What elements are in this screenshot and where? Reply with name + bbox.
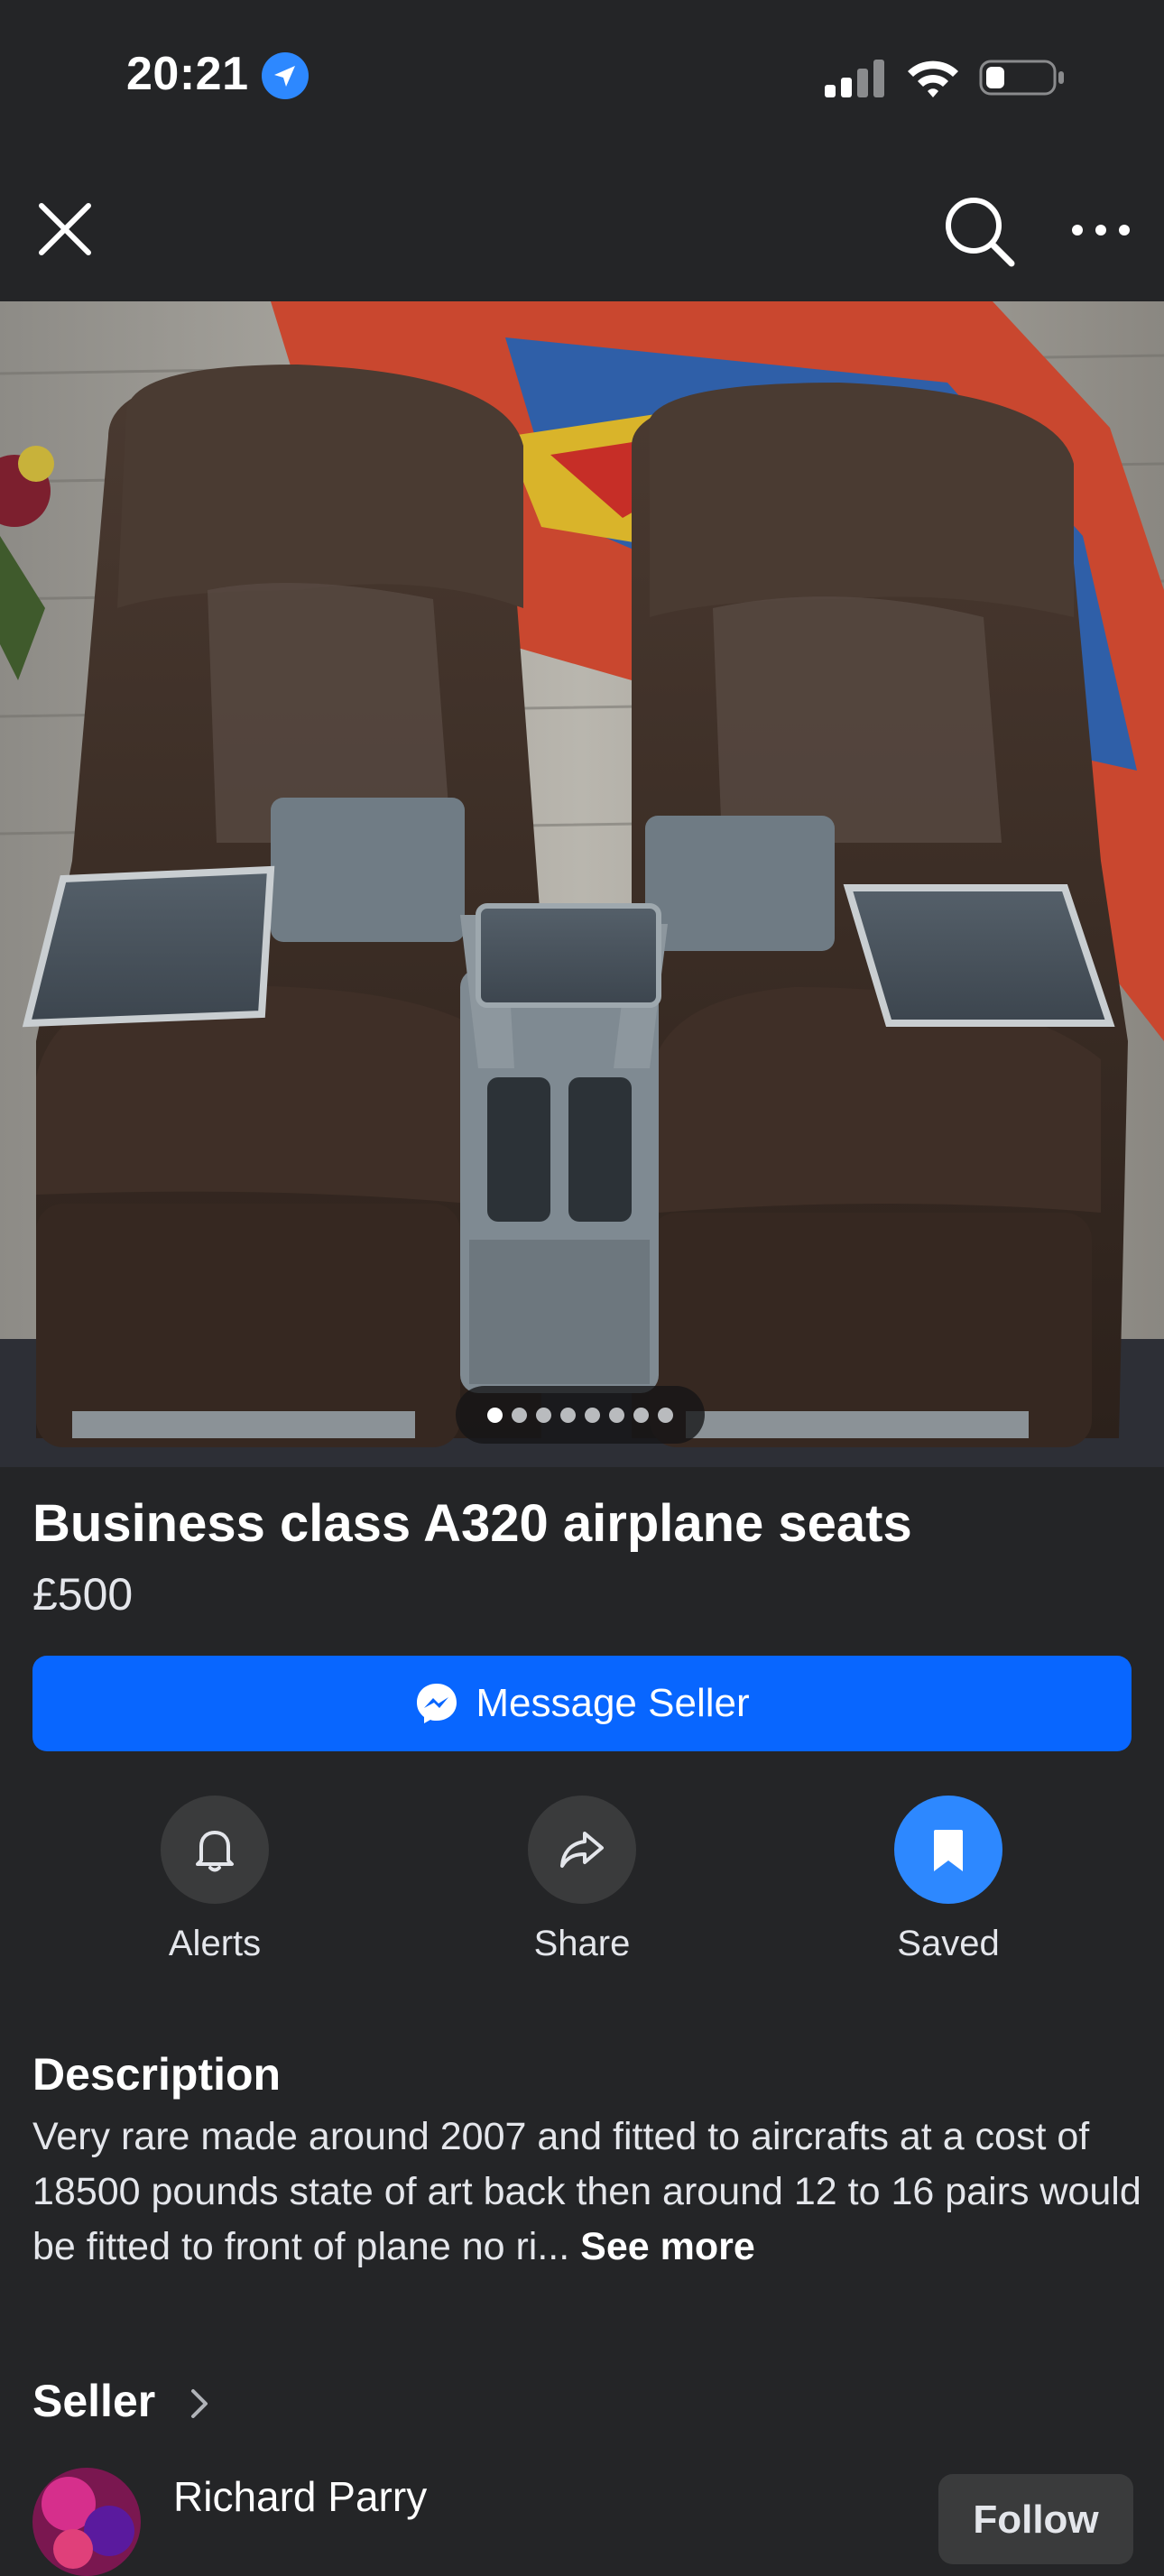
listing-title: Business class A320 airplane seats xyxy=(32,1494,912,1553)
location-arrow-icon xyxy=(262,52,309,99)
message-seller-label: Message Seller xyxy=(476,1681,750,1725)
close-icon xyxy=(39,203,91,255)
page-dot xyxy=(536,1407,551,1423)
listing-photo[interactable] xyxy=(0,301,1164,1467)
follow-button[interactable]: Follow xyxy=(938,2474,1133,2564)
alerts-button[interactable]: Alerts xyxy=(106,1796,323,1976)
more-icon xyxy=(1072,225,1130,235)
airplane-seats-image xyxy=(0,301,1164,1467)
page-dot xyxy=(585,1407,600,1423)
share-button[interactable]: Share xyxy=(474,1796,690,1976)
search-icon xyxy=(946,198,1015,267)
photo-page-indicator[interactable] xyxy=(456,1386,705,1444)
share-label: Share xyxy=(533,1924,631,1963)
cellular-signal-icon xyxy=(825,60,884,97)
more-options-button[interactable] xyxy=(1065,200,1137,258)
page-dot xyxy=(560,1407,576,1423)
status-bar: 20:21 xyxy=(0,0,1164,153)
alerts-label: Alerts xyxy=(168,1924,262,1963)
alerts-circle xyxy=(161,1796,269,1904)
saved-button[interactable]: Saved xyxy=(840,1796,1057,1976)
description-heading: Description xyxy=(32,2049,282,2100)
share-circle xyxy=(528,1796,636,1904)
share-icon xyxy=(560,1832,604,1868)
see-more-link[interactable]: See more xyxy=(580,2225,755,2268)
page-dot-active xyxy=(487,1407,503,1423)
seller-heading[interactable]: Seller xyxy=(32,2375,155,2427)
page-dot xyxy=(609,1407,624,1423)
bookmark-icon xyxy=(934,1830,963,1871)
wifi-icon xyxy=(908,60,958,97)
message-seller-button[interactable]: Message Seller xyxy=(32,1656,1132,1751)
status-time: 20:21 xyxy=(126,48,249,100)
description-text: Very rare made around 2007 and fitted to… xyxy=(32,2110,1142,2275)
close-button[interactable] xyxy=(32,197,97,262)
listing-price: £500 xyxy=(32,1569,134,1620)
bell-icon xyxy=(196,1831,234,1872)
avatar-image xyxy=(32,2468,141,2576)
saved-label: Saved xyxy=(897,1924,1000,1963)
seller-avatar[interactable] xyxy=(32,2468,141,2576)
chevron-right-icon[interactable] xyxy=(186,2384,213,2424)
page-dot xyxy=(633,1407,649,1423)
seller-name[interactable]: Richard Parry xyxy=(173,2472,427,2521)
page-dot xyxy=(512,1407,527,1423)
messenger-icon xyxy=(417,1684,457,1723)
battery-icon xyxy=(979,60,1064,96)
page-dot xyxy=(658,1407,673,1423)
saved-circle xyxy=(894,1796,1002,1904)
search-button[interactable] xyxy=(941,193,1019,271)
